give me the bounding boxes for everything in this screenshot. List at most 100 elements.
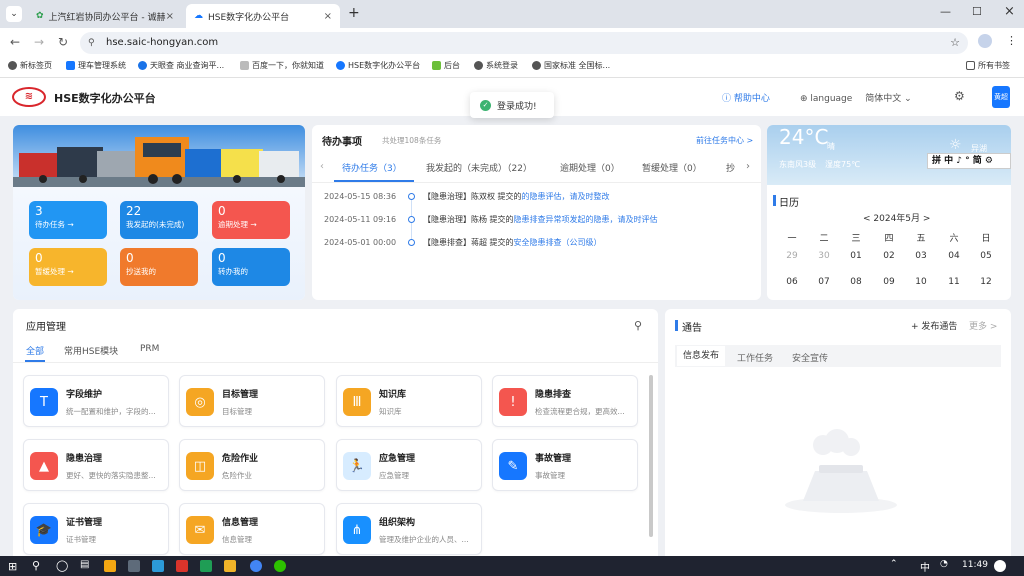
app-card-dangerous-work[interactable]: ◫ 危险作业 危险作业 (179, 439, 325, 491)
language-selector[interactable]: ⊕ language 简体中文 ⌄ (800, 91, 912, 104)
apps-tab-prm[interactable]: PRM (140, 344, 159, 354)
notice-tab-safety[interactable]: 安全宣传 (792, 351, 828, 364)
tab-todo[interactable]: 待办任务（3） (342, 161, 402, 174)
notice-tab-work[interactable]: 工作任务 (737, 351, 773, 364)
app-card-hazard-governance[interactable]: ▲ 隐患治理 更好、更快的落实隐患整... (23, 439, 169, 491)
bookmark-item[interactable]: 系统登录 (474, 60, 518, 71)
stat-initiated[interactable]: 22 我发起的(未完成) (120, 201, 198, 239)
task-view-icon[interactable]: ◯ (56, 559, 68, 572)
stat-deferred[interactable]: 0 暂缓处理 → (29, 248, 107, 286)
new-tab-icon[interactable]: + (348, 5, 360, 21)
notification-icon[interactable] (994, 560, 1006, 572)
bookmark-item[interactable]: 理车管理系统 (66, 60, 126, 71)
app-card-certificate-management[interactable]: 🎓 证书管理 证书管理 (23, 503, 169, 555)
minimize-icon[interactable]: — (940, 5, 951, 18)
tray-chevron-icon[interactable]: ⌃ (890, 559, 898, 569)
back-icon[interactable]: ← (10, 35, 20, 49)
url-input[interactable]: ⚲ hse.saic-hongyan.com ☆ (80, 32, 968, 54)
calendar-day[interactable]: 11 (943, 277, 965, 287)
app-card-accident-management[interactable]: ✎ 事故管理 事故管理 (492, 439, 638, 491)
all-bookmarks[interactable]: 所有书签 (966, 60, 1010, 71)
todo-item[interactable]: 2024-05-15 08:36 【隐患治理】 陈双权 提交的 的隐患评估，请及时… (324, 191, 610, 202)
apps-scrollbar[interactable] (649, 375, 653, 537)
bookmark-item[interactable]: 国家标准 全国标... (532, 60, 610, 71)
calendar-day[interactable]: 04 (943, 251, 965, 261)
bookmark-item[interactable]: 后台 (432, 60, 460, 71)
calendar-day[interactable]: 10 (910, 277, 932, 287)
calendar-day[interactable]: 01 (845, 251, 867, 261)
browser-tab-1[interactable]: ✿ 上汽红岩协同办公平台 - 诚赫 × (28, 4, 182, 28)
calendar-day[interactable]: 07 (813, 277, 835, 287)
tab-overdue[interactable]: 逾期处理（0） (560, 161, 620, 174)
stat-overdue[interactable]: 0 逾期处理 → (212, 201, 290, 239)
tab-list-chevron-icon[interactable]: ⌄ (6, 6, 22, 22)
chrome-icon[interactable] (250, 560, 262, 572)
app-card-hazard-inspection[interactable]: ! 隐患排查 检查流程更合规，更高效... (492, 375, 638, 427)
taskbar-app-icon[interactable] (224, 560, 236, 572)
apps-tab-common[interactable]: 常用HSE模块 (64, 344, 118, 357)
tabs-prev-icon[interactable]: ‹ (320, 161, 324, 172)
stat-todo[interactable]: 3 待办任务 → (29, 201, 107, 239)
app-card-knowledge-base[interactable]: Ⅲ 知识库 知识库 (336, 375, 482, 427)
settings-gear-icon[interactable]: ⚙ (954, 89, 965, 103)
bookmark-item[interactable]: 新标签页 (8, 60, 52, 71)
maximize-icon[interactable]: ☐ (972, 5, 982, 18)
publish-notice-button[interactable]: + 发布通告 (911, 319, 957, 332)
windows-start-icon[interactable]: ⊞ (8, 560, 17, 573)
apps-tab-all[interactable]: 全部 (26, 344, 44, 357)
calendar-day[interactable]: 05 (975, 251, 997, 261)
profile-icon[interactable] (978, 34, 992, 48)
stat-cc[interactable]: 0 抄送我的 (120, 248, 198, 286)
calendar-day[interactable]: 12 (975, 277, 997, 287)
calendar-day[interactable]: 08 (845, 277, 867, 287)
widgets-icon[interactable]: ▤ (80, 559, 89, 570)
calendar-day[interactable]: 09 (878, 277, 900, 287)
taskbar-app-icon[interactable] (128, 560, 140, 572)
taskbar-language[interactable]: 中 (920, 559, 930, 574)
user-avatar[interactable]: 黄超 (992, 86, 1010, 108)
search-icon[interactable]: ⚲ (634, 319, 642, 332)
calendar-month-nav[interactable]: < 2024年5月 > (863, 211, 930, 224)
bookmark-item[interactable]: 百度一下，你就知道 (240, 60, 324, 71)
app-card-field-maintenance[interactable]: T 字段维护 统一配置和维护，字段的... (23, 375, 169, 427)
app-card-target-management[interactable]: ◎ 目标管理 目标管理 (179, 375, 325, 427)
menu-icon[interactable]: ⋮ (1006, 34, 1017, 47)
app-card-emergency-management[interactable]: 🏃 应急管理 应急管理 (336, 439, 482, 491)
task-center-link[interactable]: 前往任务中心 > (696, 135, 753, 146)
tab-initiated[interactable]: 我发起的（未完成）（22） (426, 161, 532, 174)
taskbar-app-icon[interactable] (200, 560, 212, 572)
stat-transferred[interactable]: 0 转办我的 (212, 248, 290, 286)
calendar-day[interactable]: 29 (781, 251, 803, 261)
tab-more[interactable]: 抄 (726, 161, 735, 174)
tabs-next-icon[interactable]: › (746, 161, 750, 172)
calendar-day[interactable]: 30 (813, 251, 835, 261)
taskbar-app-icon[interactable] (152, 560, 164, 572)
close-tab-icon[interactable]: × (324, 11, 332, 22)
bookmark-star-icon[interactable]: ☆ (950, 32, 960, 54)
taskbar-app-icon[interactable] (104, 560, 116, 572)
network-icon[interactable]: ◔ (940, 559, 948, 569)
app-card-info-management[interactable]: ✉ 信息管理 信息管理 (179, 503, 325, 555)
tab-deferred[interactable]: 暂缓处理（0） (642, 161, 702, 174)
todo-item[interactable]: 2024-05-11 09:16 【隐患治理】 陈杨 提交的 隐患排查异常项发起的… (324, 214, 658, 225)
notice-more-link[interactable]: 更多 > (969, 319, 997, 332)
close-window-icon[interactable]: × (1004, 4, 1015, 19)
bookmark-item[interactable]: 天眼查 商业查询平... (138, 60, 224, 71)
forward-icon[interactable]: → (34, 35, 44, 49)
reload-icon[interactable]: ↻ (58, 35, 68, 49)
close-tab-icon[interactable]: × (166, 11, 174, 22)
todo-item[interactable]: 2024-05-01 00:00 【隐患排查】 蒋超 提交的 安全隐患排查（公司级… (324, 237, 602, 248)
search-icon[interactable]: ⚲ (32, 559, 40, 572)
help-center-link[interactable]: ⓘ 帮助中心 (722, 91, 770, 104)
browser-tab-2[interactable]: ☁ HSE数字化办公平台 × (186, 4, 340, 28)
bookmark-item[interactable]: HSE数字化办公平台 (336, 60, 420, 71)
calendar-day[interactable]: 02 (878, 251, 900, 261)
notice-tab-info[interactable]: 信息发布 (677, 346, 726, 366)
ime-toolbar[interactable]: 拼 中 ♪ ° 简 ⚙ (927, 153, 1011, 169)
taskbar-app-icon[interactable] (176, 560, 188, 572)
wechat-icon[interactable] (274, 560, 286, 572)
calendar-day[interactable]: 03 (910, 251, 932, 261)
calendar-day[interactable]: 06 (781, 277, 803, 287)
app-card-org-structure[interactable]: ⋔ 组织架构 管理及维护企业的人员、... (336, 503, 482, 555)
site-info-icon[interactable]: ⚲ (88, 32, 95, 54)
